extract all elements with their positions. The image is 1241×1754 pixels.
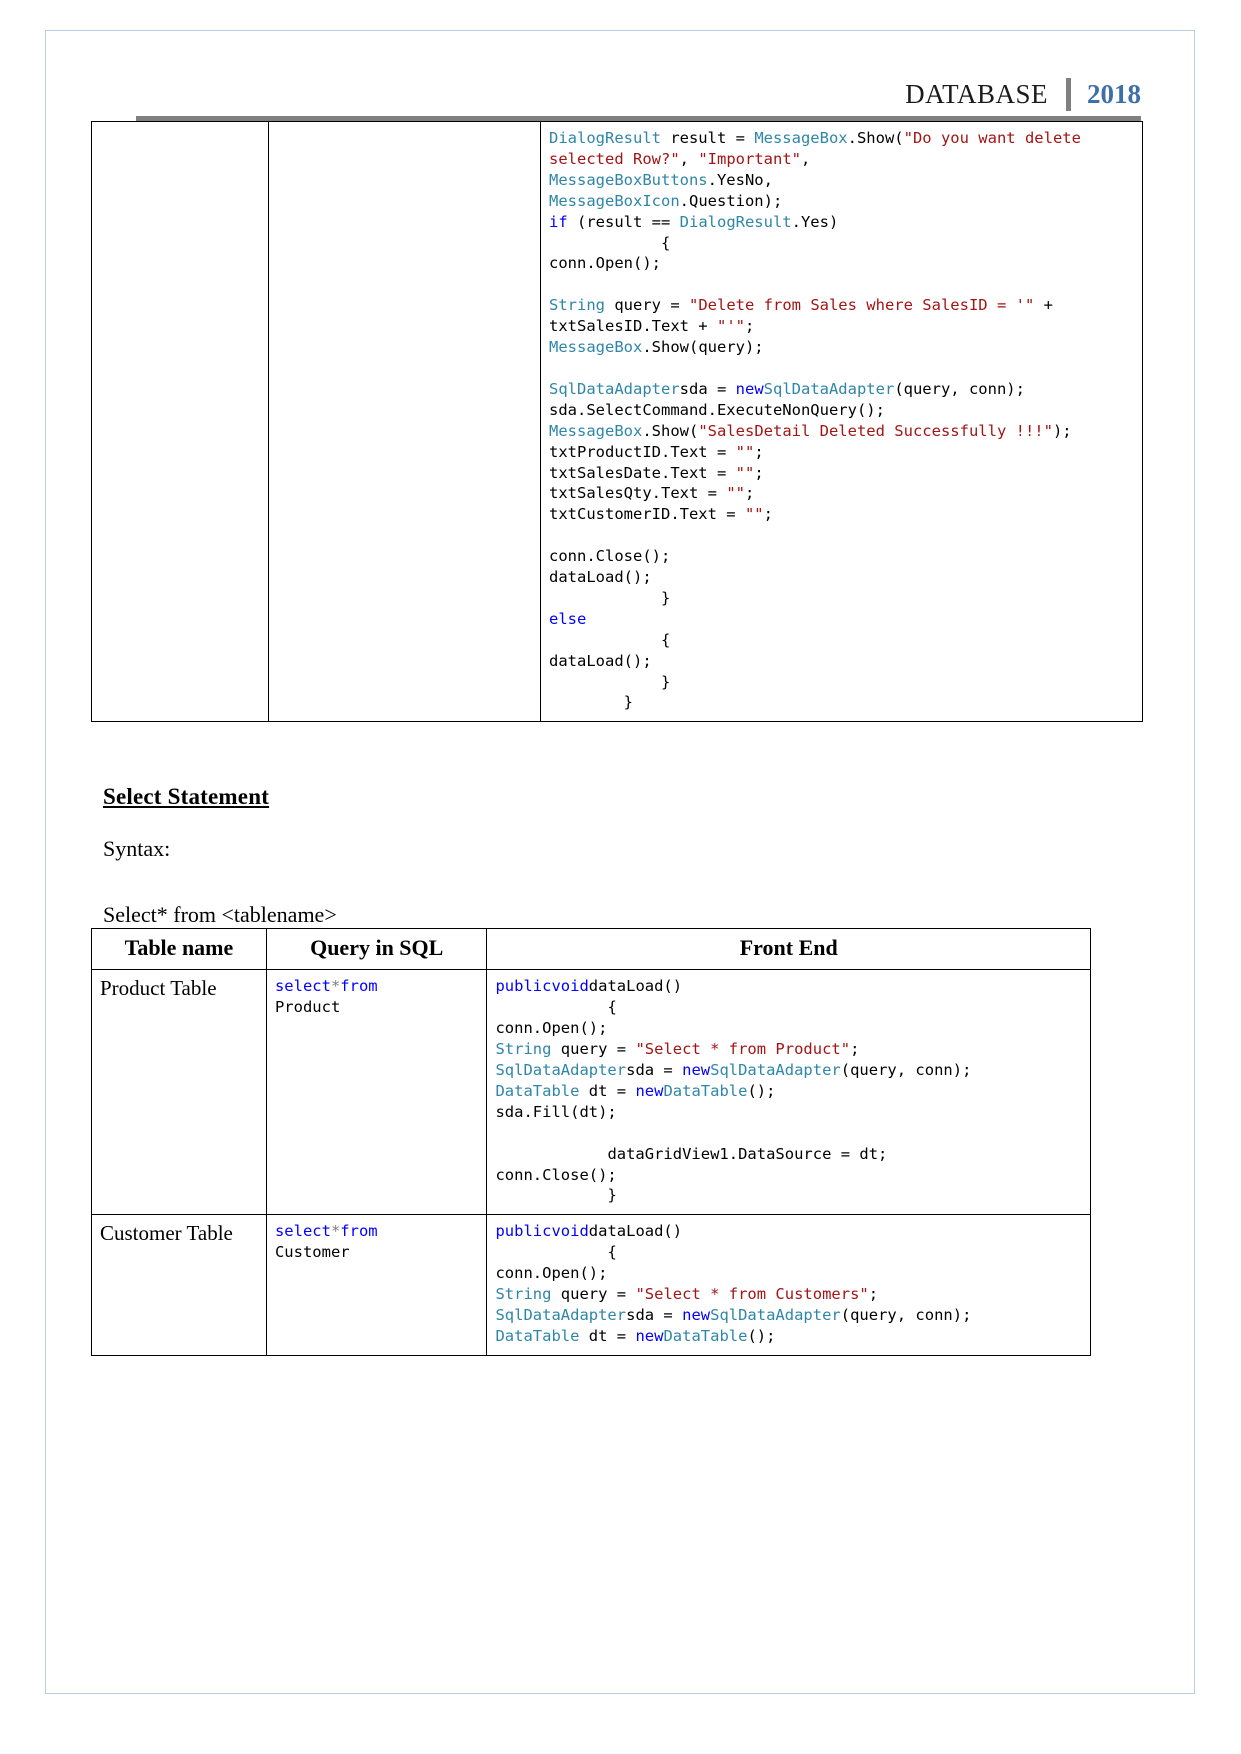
table-row: Product Table select*from Product public… bbox=[91, 969, 1091, 1216]
table-row: Customer Table select*from Customer publ… bbox=[91, 1214, 1091, 1356]
column-header-front-end: Front End bbox=[486, 928, 1091, 971]
cell-table-name: Customer Table bbox=[91, 1214, 267, 1356]
header-title: DATABASE bbox=[905, 79, 1048, 109]
table-header-row: Table name Query in SQL Front End bbox=[91, 928, 1091, 971]
cell-table-name-empty bbox=[91, 120, 269, 723]
code-frontend-product: publicvoiddataLoad() { conn.Open(); Stri… bbox=[495, 977, 972, 1205]
document-header: DATABASE 2018 bbox=[91, 59, 1151, 111]
cell-table-name: Product Table bbox=[91, 969, 267, 1216]
column-header-table-name: Table name bbox=[91, 928, 267, 971]
section-heading-select-statement: Select Statement bbox=[103, 784, 270, 810]
column-header-query-in-sql: Query in SQL bbox=[265, 928, 488, 971]
header-separator-bar bbox=[1066, 78, 1071, 111]
cell-query-empty bbox=[268, 120, 541, 723]
code-continuation-table: DialogResult result = MessageBox.Show("D… bbox=[91, 120, 1143, 723]
code-frontend-customer: publicvoiddataLoad() { conn.Open(); Stri… bbox=[495, 1222, 972, 1345]
cell-query-sql: select*from Product bbox=[265, 969, 488, 1216]
cell-frontend-code: DialogResult result = MessageBox.Show("D… bbox=[540, 120, 1143, 723]
code-block-delete: DialogResult result = MessageBox.Show("D… bbox=[549, 129, 1091, 712]
code-query-customer: select*from Customer bbox=[274, 1222, 378, 1262]
cell-front-end-code: publicvoiddataLoad() { conn.Open(); Stri… bbox=[486, 969, 1091, 1216]
syntax-label: Syntax: bbox=[103, 836, 171, 862]
header-year: 2018 bbox=[1087, 79, 1141, 109]
syntax-text: Select* from <tablename> bbox=[103, 902, 337, 928]
cell-front-end-code: publicvoiddataLoad() { conn.Open(); Stri… bbox=[486, 1214, 1091, 1356]
code-query-product: select*from Product bbox=[274, 977, 378, 1017]
select-statement-table: Table name Query in SQL Front End Produc… bbox=[91, 928, 1091, 1356]
cell-query-sql: select*from Customer bbox=[265, 1214, 488, 1356]
document-page: DATABASE 2018 DialogResult result = Mess… bbox=[45, 30, 1195, 1694]
page-content: DATABASE 2018 DialogResult result = Mess… bbox=[91, 59, 1151, 1659]
table-row: DialogResult result = MessageBox.Show("D… bbox=[91, 120, 1143, 723]
